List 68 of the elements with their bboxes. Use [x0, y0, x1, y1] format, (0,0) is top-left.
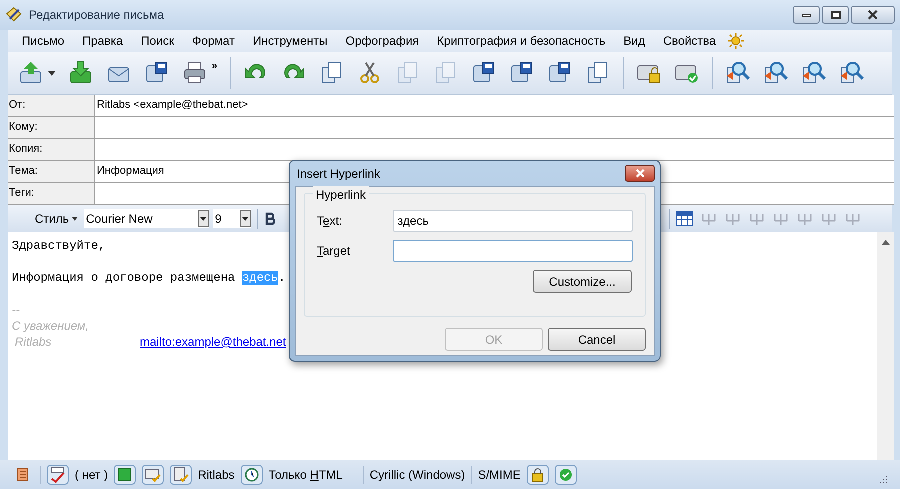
menu-item[interactable]: Свойства [663, 32, 716, 50]
pen-letter-icon [5, 6, 23, 24]
body-text: Информация о договоре размещена здесь. [12, 270, 286, 286]
field-label: Target [317, 244, 350, 258]
charset-label[interactable]: Cyrillic (Windows) [370, 466, 466, 484]
menu-item[interactable]: Поиск [141, 32, 174, 50]
zoom-page-icon[interactable] [800, 60, 827, 86]
sun-gear-icon[interactable] [728, 33, 744, 49]
signature-name: Ritlabs [14, 334, 53, 350]
menu-item[interactable]: Криптография и безопасность [437, 32, 606, 50]
signature-dash: -- [12, 302, 20, 318]
document-check-icon[interactable] [170, 464, 192, 484]
cancel-button[interactable]: Cancel [548, 328, 646, 351]
clock-icon[interactable] [240, 464, 263, 484]
maximize-button[interactable] [822, 6, 849, 24]
inbox-icon[interactable] [68, 60, 94, 86]
group-title: Hyperlink [313, 186, 370, 204]
spell-language[interactable]: ( нет ) [75, 466, 108, 484]
table-icon[interactable] [676, 210, 694, 226]
caret-icon [242, 216, 250, 220]
envelope-check-icon[interactable] [142, 464, 164, 484]
dropdown-arrow-icon[interactable] [48, 70, 56, 76]
field-label: Кому: [8, 117, 95, 138]
size-select[interactable]: 9 [213, 209, 252, 228]
field-label: От: [8, 95, 95, 116]
text-input[interactable]: здесь [392, 210, 633, 232]
close-button[interactable] [851, 6, 895, 24]
account-name[interactable]: Ritlabs [198, 466, 235, 484]
format-mode[interactable]: Только HTML [268, 466, 343, 484]
field-label: Копия: [8, 139, 95, 160]
spellcheck-icon[interactable] [47, 464, 69, 484]
square-icon[interactable] [114, 464, 136, 484]
close-button[interactable] [625, 165, 655, 182]
menu-item[interactable]: Инструменты [252, 32, 328, 50]
zoom-page-icon[interactable] [838, 60, 865, 86]
menu-item[interactable]: Правка [82, 32, 124, 50]
dialog-title: Insert Hyperlink [297, 166, 380, 182]
lock-icon[interactable] [526, 464, 549, 484]
field-label: Тема: [8, 161, 95, 182]
zoom-page-icon[interactable] [762, 60, 789, 86]
menu-item[interactable]: Орфография [346, 32, 420, 50]
zoom-page-icon[interactable] [724, 60, 751, 86]
bold-icon[interactable] [264, 212, 278, 226]
signature-text: С уважением, [12, 318, 89, 334]
printer-icon[interactable] [182, 60, 208, 86]
close-icon [634, 169, 646, 178]
menu-item[interactable]: Формат [192, 32, 235, 50]
email-link[interactable]: mailto:example@thebat.net [140, 334, 286, 350]
field-label: Теги: [8, 183, 95, 204]
scrollbar[interactable] [877, 232, 894, 460]
customize-button[interactable]: Customize... [533, 270, 632, 293]
field-label: Text: [317, 214, 342, 228]
caret-icon [200, 216, 208, 220]
header-input[interactable]: Ritlabs <example@thebat.net> [95, 95, 894, 116]
menu-item[interactable]: Письмо [22, 32, 65, 50]
text-input[interactable] [392, 240, 633, 262]
window-title: Редактирование письма [29, 7, 164, 24]
overflow-chevron[interactable]: » [212, 58, 218, 74]
caret-icon [72, 216, 78, 220]
minimize-button[interactable] [793, 6, 820, 24]
send-icon[interactable] [18, 60, 44, 86]
close-icon [867, 10, 879, 20]
greeting-text: Здравствуйте, [12, 238, 106, 254]
security-label[interactable]: S/MIME [478, 466, 521, 484]
style-dropdown[interactable]: Стиль [33, 210, 80, 228]
menu-item[interactable]: Вид [624, 32, 646, 50]
scroll-up-icon[interactable] [882, 240, 890, 245]
font-select[interactable]: Courier New [84, 209, 210, 228]
